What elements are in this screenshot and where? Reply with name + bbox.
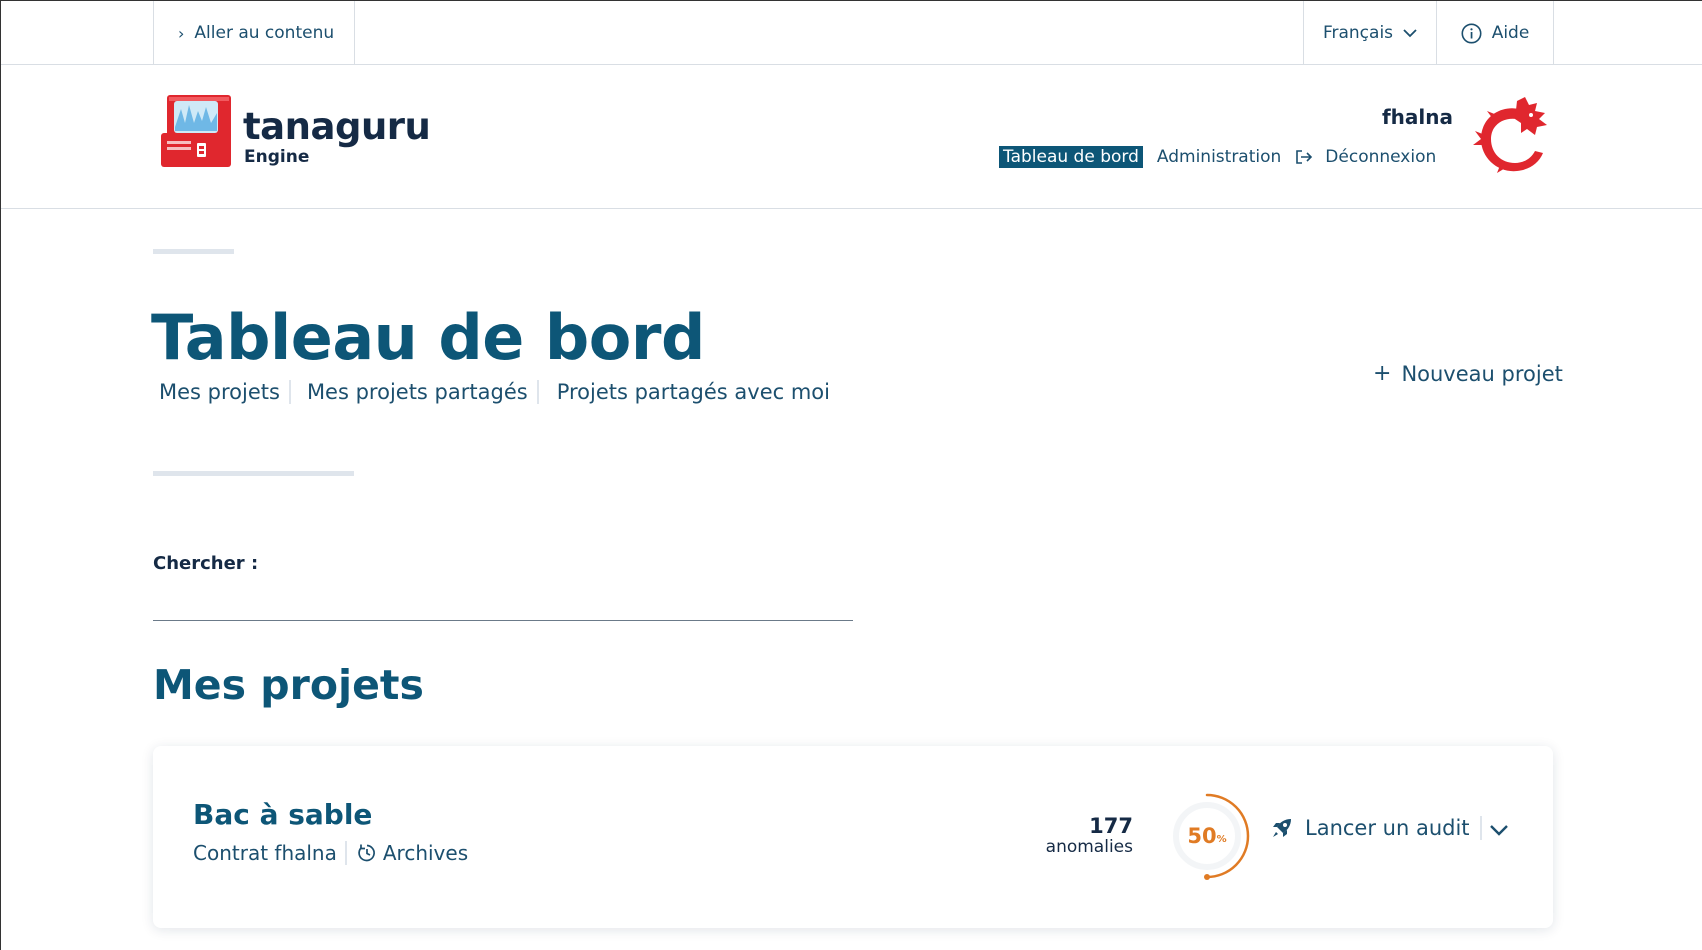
chevron-right-icon: › <box>178 23 185 43</box>
skip-link-label: Aller au contenu <box>194 23 335 43</box>
search-input[interactable] <box>153 581 853 621</box>
nav-dashboard-link[interactable]: Tableau de bord <box>999 146 1143 168</box>
anomalies-number: 177 <box>1089 814 1133 838</box>
project-name-link[interactable]: Bac à sable <box>193 798 372 831</box>
tab-my-projects[interactable]: Mes projets <box>159 380 291 404</box>
site-header: tanaguru Engine fhalna Tableau de bord A… <box>1 65 1702 209</box>
logout-link[interactable]: Déconnexion <box>1295 147 1436 167</box>
history-icon <box>358 844 375 862</box>
score-value: 50% <box>1165 786 1249 886</box>
user-navigation: Tableau de bord Administration Déconnexi… <box>999 145 1436 169</box>
score-gauge: 50% <box>1165 786 1265 886</box>
computer-logo-icon <box>161 95 231 167</box>
logout-icon <box>1296 150 1313 164</box>
chevron-down-icon[interactable] <box>1487 818 1511 842</box>
username: fhalna <box>1381 105 1453 129</box>
utility-bar: › Aller au contenu Français Aide <box>1 1 1702 65</box>
tanaguru-logo[interactable]: tanaguru Engine <box>161 93 431 169</box>
page-title: Tableau de bord <box>151 301 705 374</box>
new-project-button[interactable]: + Nouveau projet <box>1373 361 1563 386</box>
archives-link[interactable]: Archives <box>347 841 468 865</box>
nav-administration-link[interactable]: Administration <box>1157 147 1281 167</box>
section-title: Mes projets <box>153 661 424 709</box>
score-unit: % <box>1216 833 1227 845</box>
rocket-icon <box>1273 819 1291 837</box>
launch-audit-button[interactable]: Lancer un audit <box>1271 816 1482 840</box>
project-card: Bac à sable Contrat fhalna Archives 177 … <box>153 746 1553 928</box>
anomalies-label: anomalies <box>1045 837 1133 857</box>
project-meta: Contrat fhalna Archives <box>193 841 468 865</box>
chevron-down-icon <box>1403 28 1417 37</box>
new-project-label: Nouveau projet <box>1401 361 1563 386</box>
archives-label: Archives <box>382 841 469 865</box>
info-icon <box>1461 23 1482 43</box>
launch-audit-label: Lancer un audit <box>1305 816 1470 840</box>
logout-label: Déconnexion <box>1325 147 1437 167</box>
decorative-rule <box>153 471 354 476</box>
decorative-rule <box>153 249 234 254</box>
tab-my-shared-projects[interactable]: Mes projets partagés <box>291 380 539 404</box>
language-label: Français <box>1322 23 1394 43</box>
logo-wordmark: tanaguru <box>243 105 431 148</box>
anomalies-count: 177 anomalies <box>1023 814 1133 856</box>
help-label: Aide <box>1491 23 1530 43</box>
logo-subtitle: Engine <box>244 147 310 167</box>
tab-shared-with-me[interactable]: Projets partagés avec moi <box>539 380 839 404</box>
language-select[interactable]: Français <box>1303 1 1436 65</box>
page-frame: › Aller au contenu Français Aide tanagur… <box>0 0 1702 950</box>
contract-link[interactable]: Contrat fhalna <box>193 841 347 865</box>
score-number: 50 <box>1187 824 1217 848</box>
separator <box>1479 816 1482 840</box>
dragon-avatar <box>1473 97 1547 173</box>
plus-icon: + <box>1373 361 1392 386</box>
help-link[interactable]: Aide <box>1436 1 1554 65</box>
project-tabs: Mes projets Mes projets partagés Projets… <box>159 380 839 404</box>
search-label: Chercher : <box>153 553 259 574</box>
skip-to-content-link[interactable]: › Aller au contenu <box>153 1 355 65</box>
